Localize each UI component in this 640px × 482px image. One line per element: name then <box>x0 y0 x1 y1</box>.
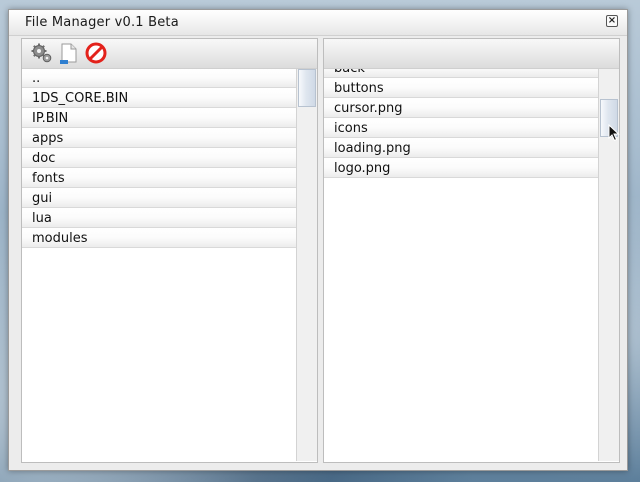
left-file-list: .. 1DS_CORE.BIN IP.BIN apps doc fonts gu… <box>22 69 297 461</box>
new-file-icon[interactable] <box>58 42 80 64</box>
list-item-label: gui <box>32 191 53 206</box>
list-item[interactable]: IP.BIN <box>22 109 297 128</box>
mouse-cursor-icon <box>608 124 620 142</box>
list-item[interactable]: icons <box>324 119 599 138</box>
list-item[interactable]: fonts <box>22 169 297 188</box>
right-file-pane: back buttons cursor.png icons loading.pn… <box>323 38 620 463</box>
list-item-label: .. <box>32 71 41 86</box>
list-item[interactable]: cursor.png <box>324 99 599 118</box>
list-item-label: logo.png <box>334 161 391 176</box>
list-item[interactable]: .. <box>22 69 297 88</box>
close-button[interactable]: × <box>606 15 618 27</box>
list-item[interactable]: doc <box>22 149 297 168</box>
list-item-label: modules <box>32 231 88 246</box>
list-item[interactable]: modules <box>22 229 297 248</box>
list-item[interactable]: 1DS_CORE.BIN <box>22 89 297 108</box>
list-item[interactable]: gui <box>22 189 297 208</box>
file-manager-window: File Manager v0.1 Beta × .. 1DS_CORE.BIN… <box>8 9 628 471</box>
list-item-label: cursor.png <box>334 101 403 116</box>
right-pane-header <box>324 39 619 69</box>
list-item-label: buttons <box>334 81 384 96</box>
list-item[interactable]: loading.png <box>324 139 599 158</box>
list-item[interactable]: lua <box>22 209 297 228</box>
delete-no-icon[interactable] <box>85 42 107 64</box>
list-item-label: lua <box>32 211 52 226</box>
list-item-label: fonts <box>32 171 65 186</box>
list-item-label: doc <box>32 151 56 166</box>
list-item-label: IP.BIN <box>32 111 69 126</box>
left-scroll-thumb[interactable] <box>298 69 316 107</box>
list-item-label: icons <box>334 121 368 136</box>
left-file-pane: .. 1DS_CORE.BIN IP.BIN apps doc fonts gu… <box>21 38 318 463</box>
window-title: File Manager v0.1 Beta <box>25 15 179 30</box>
title-bar[interactable]: File Manager v0.1 Beta × <box>9 10 627 36</box>
list-item[interactable]: back <box>324 69 599 78</box>
left-pane-toolbar <box>22 39 317 69</box>
list-item[interactable]: buttons <box>324 79 599 98</box>
list-item-label: 1DS_CORE.BIN <box>32 91 129 106</box>
left-scrollbar[interactable] <box>296 69 317 461</box>
list-item-label: apps <box>32 131 64 146</box>
list-item-label: back <box>334 69 365 76</box>
settings-gears-icon[interactable] <box>31 42 53 64</box>
close-icon: × <box>607 15 617 26</box>
list-item-label: loading.png <box>334 141 411 156</box>
right-file-list: back buttons cursor.png icons loading.pn… <box>324 69 599 461</box>
list-item[interactable]: logo.png <box>324 159 599 178</box>
list-item[interactable]: apps <box>22 129 297 148</box>
